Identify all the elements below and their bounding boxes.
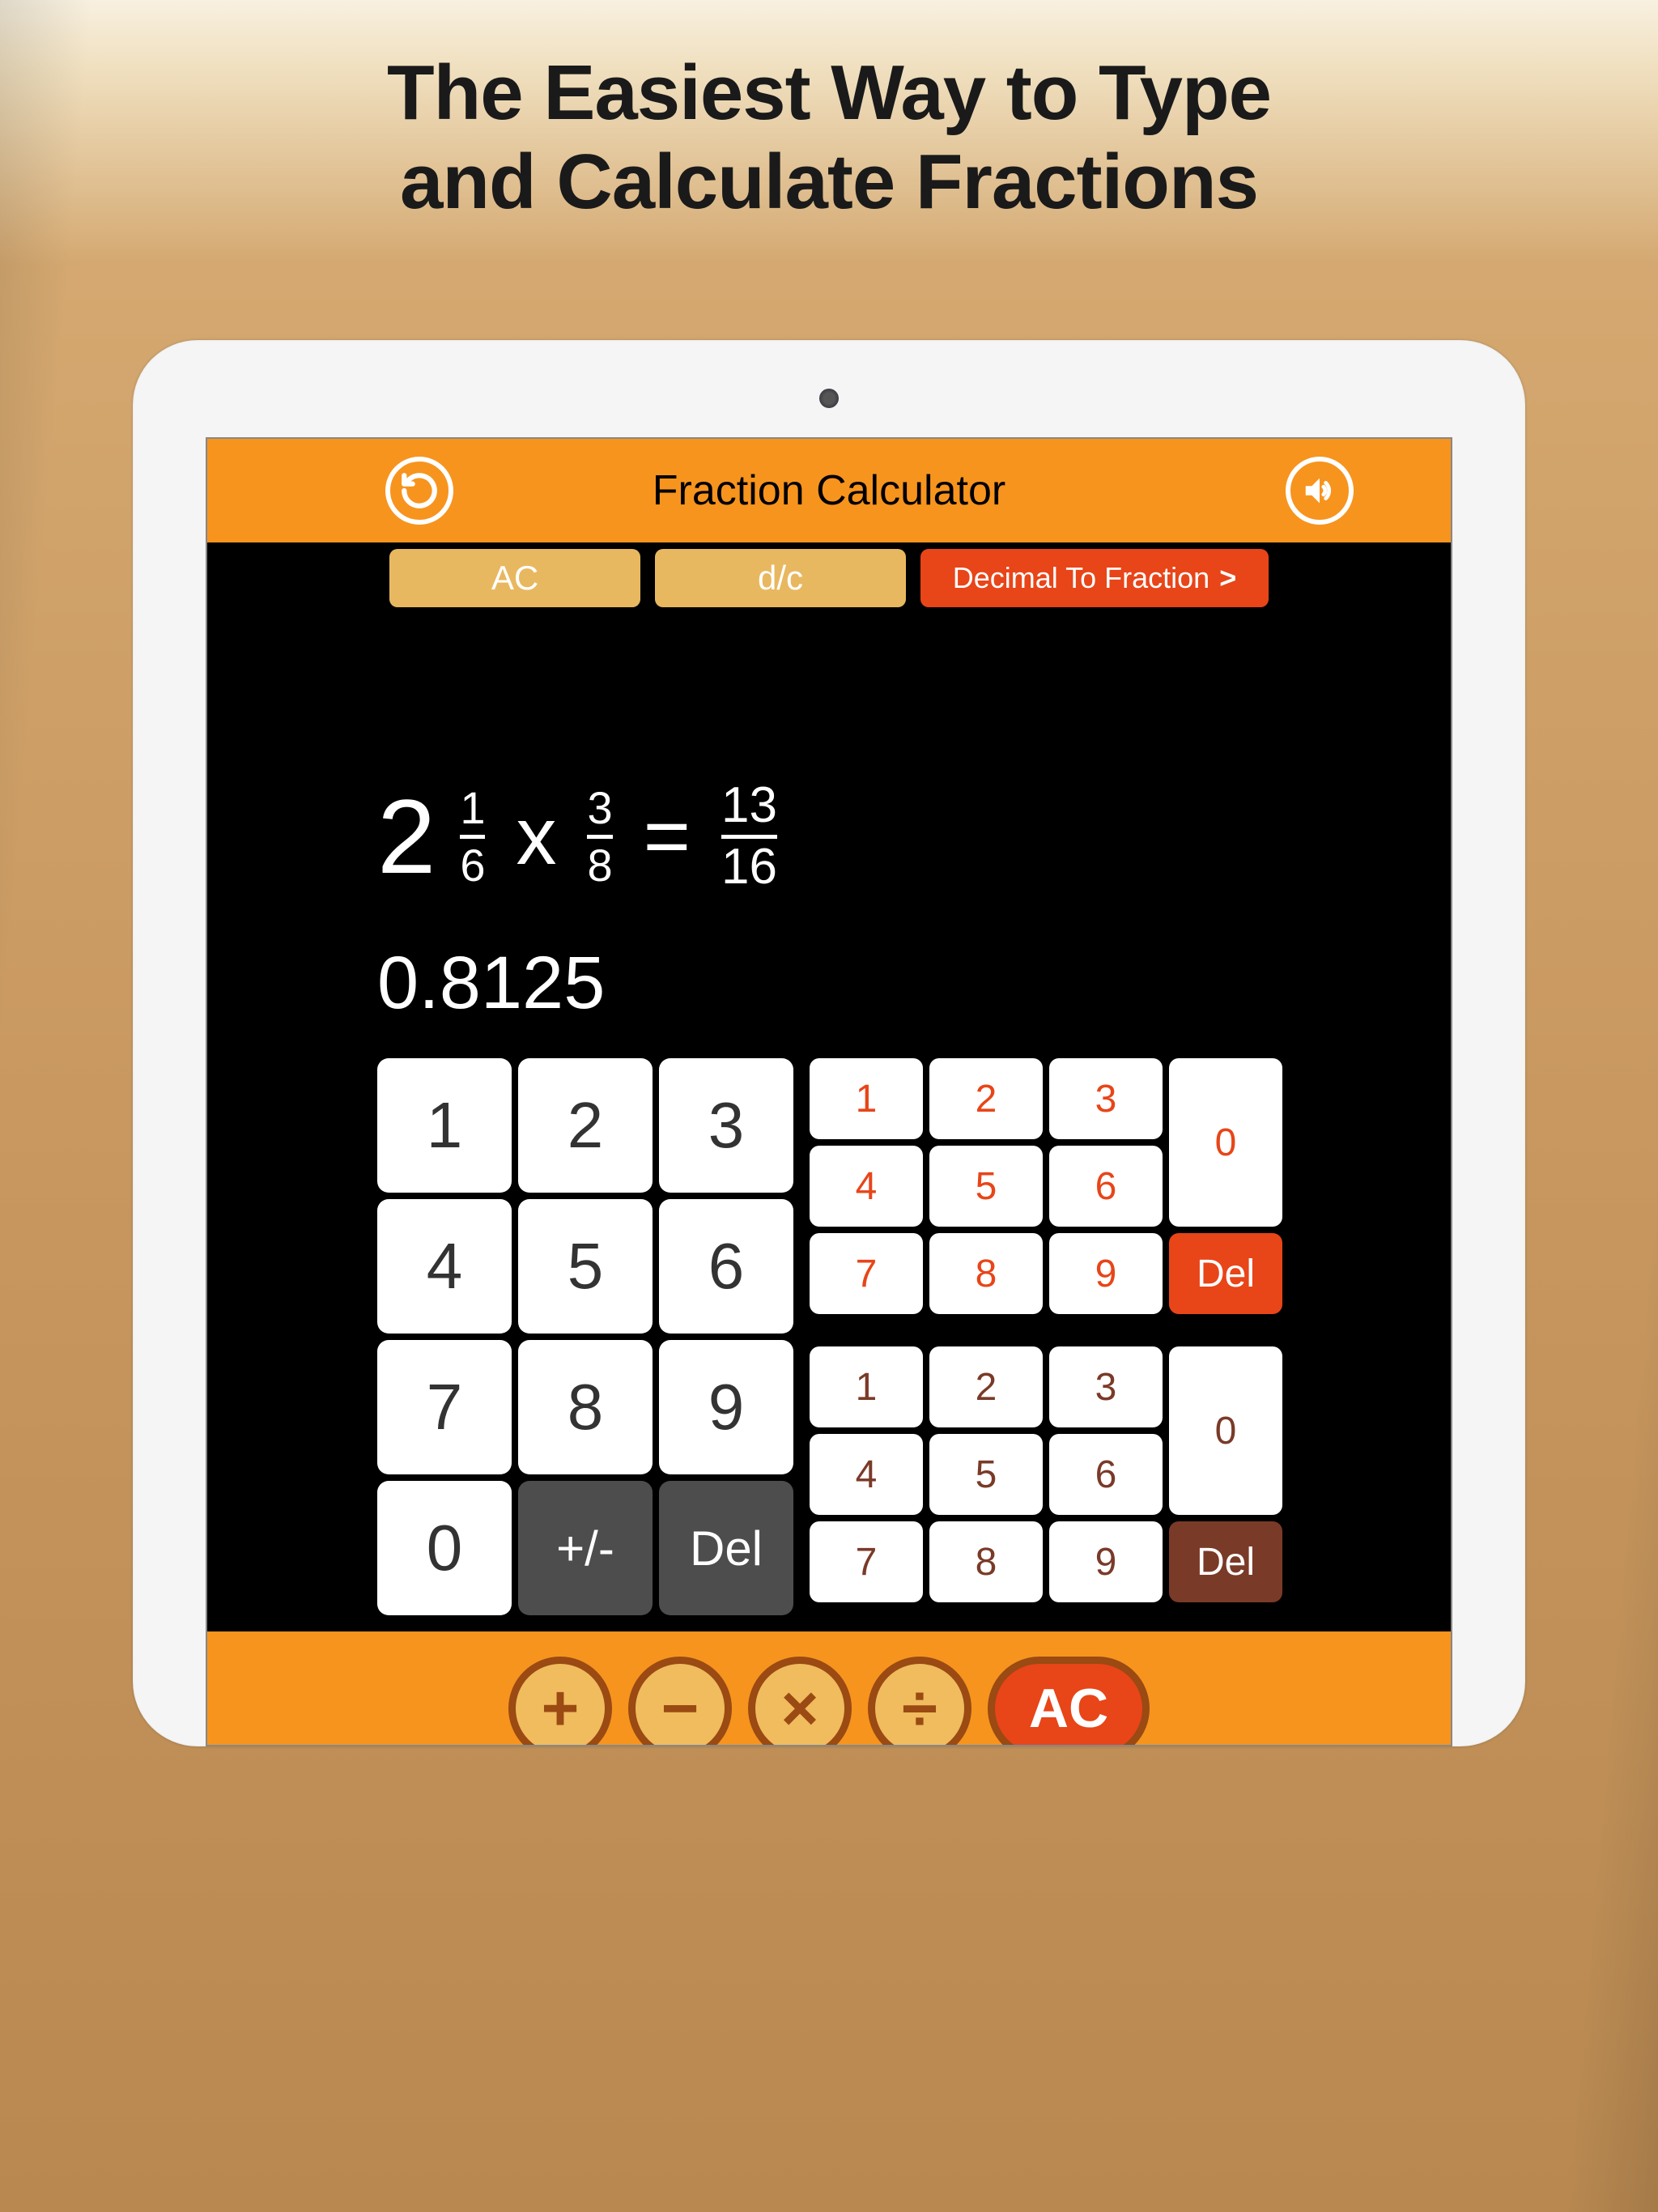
num-key-5[interactable]: 5 bbox=[929, 1146, 1043, 1227]
num-key-3[interactable]: 3 bbox=[1049, 1058, 1163, 1139]
den-key-0[interactable]: 0 bbox=[1169, 1346, 1282, 1515]
speaker-icon bbox=[1301, 472, 1338, 509]
den-key-5[interactable]: 5 bbox=[929, 1434, 1043, 1515]
multiply-button[interactable]: × bbox=[748, 1657, 852, 1746]
main-keypad: 1 2 3 4 5 6 7 8 9 0 +/- Del bbox=[377, 1058, 793, 1615]
tagline-line-2: and Calculate Fractions bbox=[32, 138, 1626, 227]
operand1-denominator: 6 bbox=[460, 844, 485, 887]
tagline-line-1: The Easiest Way to Type bbox=[32, 49, 1626, 138]
den-key-8[interactable]: 8 bbox=[929, 1521, 1043, 1602]
num-key-4[interactable]: 4 bbox=[810, 1146, 923, 1227]
equation: 2 1 6 x 3 8 = 13 16 bbox=[377, 776, 1402, 897]
marketing-tagline: The Easiest Way to Type and Calculate Fr… bbox=[0, 0, 1658, 260]
den-key-9[interactable]: 9 bbox=[1049, 1521, 1163, 1602]
app-header: Fraction Calculator bbox=[207, 439, 1451, 542]
numerator-keypad: 1 2 3 0 4 5 6 7 8 9 Del bbox=[810, 1058, 1282, 1314]
app-title: Fraction Calculator bbox=[653, 466, 1005, 515]
add-button[interactable]: + bbox=[508, 1657, 612, 1746]
key-2[interactable]: 2 bbox=[518, 1058, 653, 1193]
equals-sign: = bbox=[644, 790, 691, 883]
operations-bar: + − × ÷ AC bbox=[207, 1631, 1451, 1745]
dtf-label: Decimal To Fraction bbox=[953, 561, 1209, 595]
den-key-4[interactable]: 4 bbox=[810, 1434, 923, 1515]
num-key-6[interactable]: 6 bbox=[1049, 1146, 1163, 1227]
app-screen: Fraction Calculator AC d/c Decimal To Fr… bbox=[206, 437, 1452, 1746]
divide-button[interactable]: ÷ bbox=[868, 1657, 971, 1746]
key-9[interactable]: 9 bbox=[659, 1340, 793, 1474]
den-key-6[interactable]: 6 bbox=[1049, 1434, 1163, 1515]
tablet-frame: Fraction Calculator AC d/c Decimal To Fr… bbox=[133, 340, 1525, 1746]
num-key-2[interactable]: 2 bbox=[929, 1058, 1043, 1139]
denominator-keypad: 1 2 3 0 4 5 6 7 8 9 Del bbox=[810, 1346, 1282, 1602]
decimal-result: 0.8125 bbox=[377, 941, 1402, 1026]
subtract-button[interactable]: − bbox=[628, 1657, 732, 1746]
key-7[interactable]: 7 bbox=[377, 1340, 512, 1474]
den-key-7[interactable]: 7 bbox=[810, 1521, 923, 1602]
ac-button[interactable]: AC bbox=[988, 1657, 1150, 1746]
fraction-bar bbox=[587, 835, 612, 839]
fraction-bar bbox=[721, 835, 777, 839]
operand2-fraction: 3 8 bbox=[587, 786, 612, 886]
key-8[interactable]: 8 bbox=[518, 1340, 653, 1474]
den-key-1[interactable]: 1 bbox=[810, 1346, 923, 1427]
key-1[interactable]: 1 bbox=[377, 1058, 512, 1193]
key-plus-minus[interactable]: +/- bbox=[518, 1481, 653, 1615]
decimal-to-fraction-button[interactable]: Decimal To Fraction > bbox=[920, 549, 1269, 607]
sound-button[interactable] bbox=[1286, 457, 1354, 525]
toolbar-ac-button[interactable]: AC bbox=[389, 549, 640, 607]
num-key-7[interactable]: 7 bbox=[810, 1233, 923, 1314]
chevron-right-icon: > bbox=[1219, 561, 1236, 595]
toolbar-dc-button[interactable]: d/c bbox=[655, 549, 906, 607]
restart-button[interactable] bbox=[385, 457, 453, 525]
result-numerator: 13 bbox=[721, 782, 777, 830]
key-3[interactable]: 3 bbox=[659, 1058, 793, 1193]
result-fraction: 13 16 bbox=[721, 782, 777, 891]
key-4[interactable]: 4 bbox=[377, 1199, 512, 1334]
den-key-del[interactable]: Del bbox=[1169, 1521, 1282, 1602]
den-key-3[interactable]: 3 bbox=[1049, 1346, 1163, 1427]
key-del[interactable]: Del bbox=[659, 1481, 793, 1615]
operand1-fraction: 1 6 bbox=[460, 786, 485, 886]
tablet-camera bbox=[819, 389, 839, 408]
side-keypads: 1 2 3 0 4 5 6 7 8 9 Del 1 2 3 0 bbox=[810, 1058, 1282, 1615]
num-key-0[interactable]: 0 bbox=[1169, 1058, 1282, 1227]
operator-multiply: x bbox=[516, 790, 556, 883]
operand1-whole: 2 bbox=[377, 776, 436, 897]
display-area: 2 1 6 x 3 8 = 13 16 0.81 bbox=[207, 614, 1451, 1058]
den-key-2[interactable]: 2 bbox=[929, 1346, 1043, 1427]
operand2-numerator: 3 bbox=[587, 786, 612, 829]
num-key-del[interactable]: Del bbox=[1169, 1233, 1282, 1314]
key-0[interactable]: 0 bbox=[377, 1481, 512, 1615]
num-key-8[interactable]: 8 bbox=[929, 1233, 1043, 1314]
key-6[interactable]: 6 bbox=[659, 1199, 793, 1334]
num-key-9[interactable]: 9 bbox=[1049, 1233, 1163, 1314]
restart-icon bbox=[399, 470, 440, 511]
keypad-area: 1 2 3 4 5 6 7 8 9 0 +/- Del 1 2 3 0 4 bbox=[207, 1058, 1451, 1631]
toolbar: AC d/c Decimal To Fraction > bbox=[207, 542, 1451, 614]
fraction-bar bbox=[460, 835, 485, 839]
key-5[interactable]: 5 bbox=[518, 1199, 653, 1334]
operand2-denominator: 8 bbox=[587, 844, 612, 887]
result-denominator: 16 bbox=[721, 844, 777, 891]
operand1-numerator: 1 bbox=[460, 786, 485, 829]
num-key-1[interactable]: 1 bbox=[810, 1058, 923, 1139]
